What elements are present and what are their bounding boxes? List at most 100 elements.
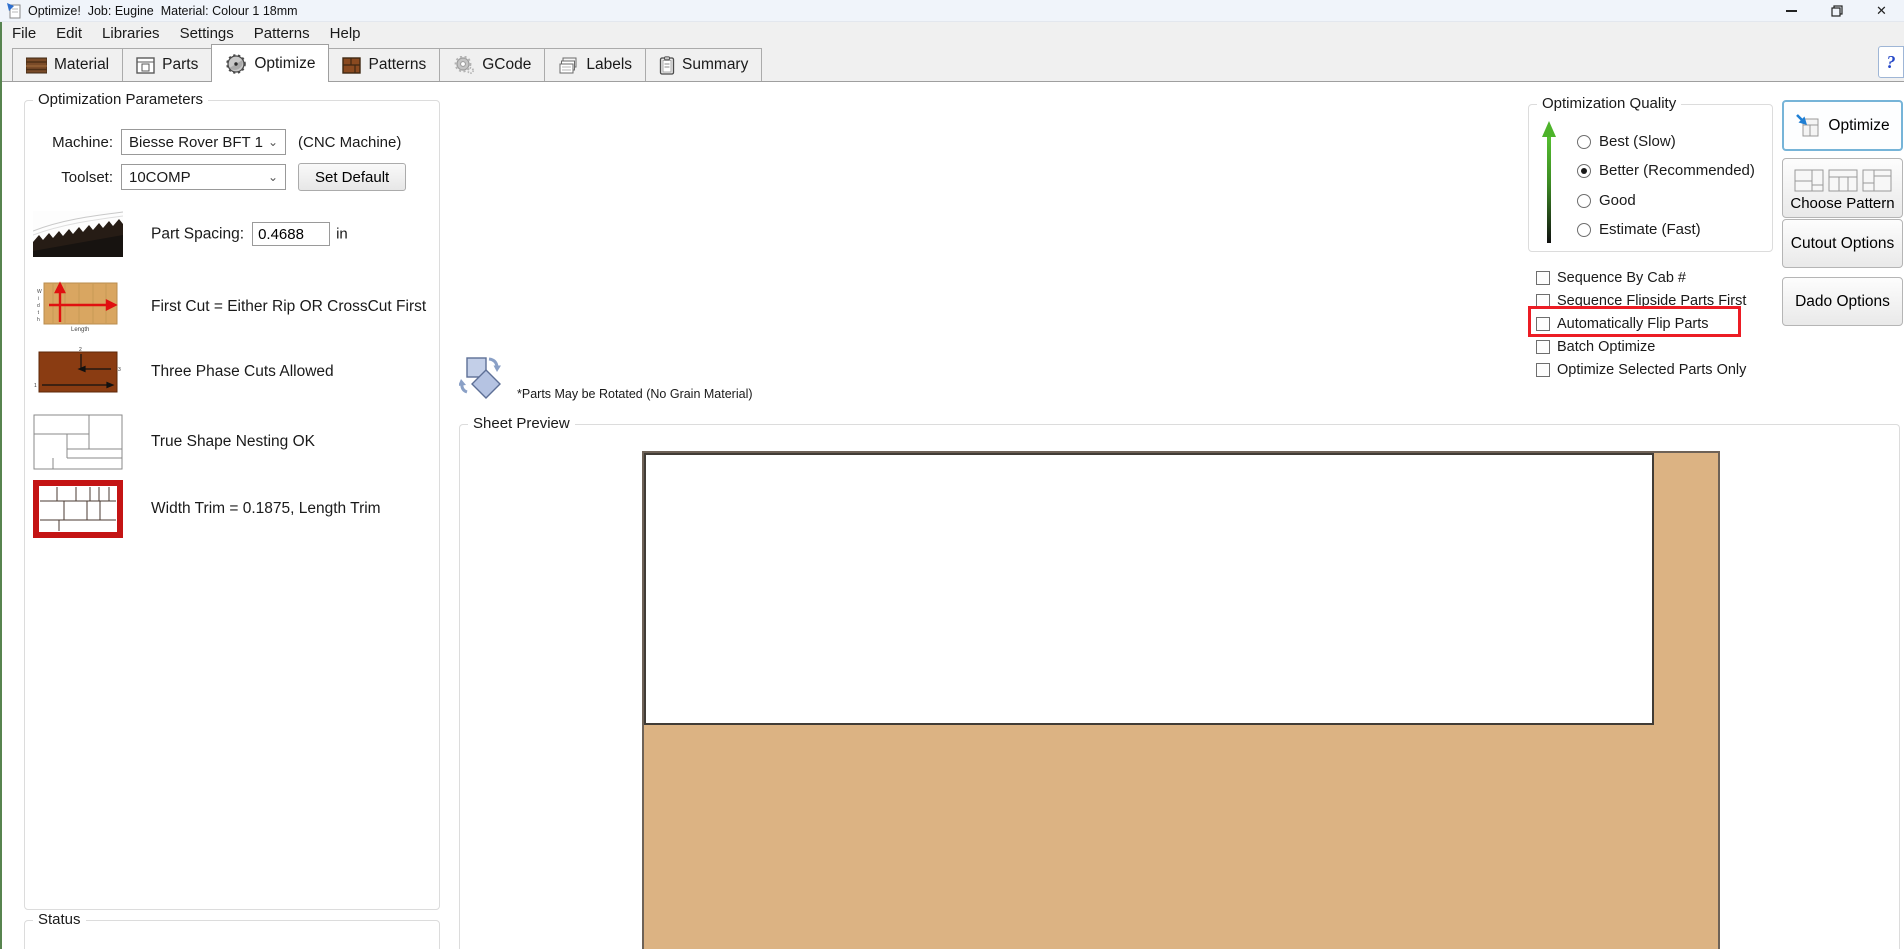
machine-note: (CNC Machine) <box>298 134 401 151</box>
tab-optimize[interactable]: Optimize <box>211 44 329 82</box>
nesting-image <box>33 414 123 470</box>
tab-label: Summary <box>682 56 748 74</box>
checkbox-optimize-selected-only[interactable]: Optimize Selected Parts Only <box>1536 358 1746 381</box>
sheet-preview-group: Sheet Preview <box>459 424 1900 949</box>
part-spacing-fields: Part Spacing:in <box>151 222 348 246</box>
set-default-button[interactable]: Set Default <box>298 163 406 191</box>
menu-help[interactable]: Help <box>320 22 371 44</box>
toolset-select[interactable]: 10COMP ⌄ <box>121 164 286 190</box>
radio-icon <box>1577 194 1591 208</box>
optimize-pattern-icon <box>1795 113 1821 139</box>
radio-estimate-fast[interactable]: Estimate (Fast) <box>1577 221 1701 238</box>
material-icon <box>26 57 47 74</box>
menubar: File Edit Libraries Settings Patterns He… <box>0 22 1904 44</box>
patterns-icon <box>342 57 361 74</box>
titlebar: Optimize! Job: Eugine Material: Colour 1… <box>0 0 1904 22</box>
checkbox-icon <box>1536 340 1550 354</box>
status-title: Status <box>33 911 86 928</box>
window-edge-strip <box>0 22 2 949</box>
cutout-options-button[interactable]: Cutout Options <box>1782 219 1903 268</box>
checkbox-sequence-by-cab[interactable]: Sequence By Cab # <box>1536 266 1746 289</box>
choose-pattern-button[interactable]: Choose Pattern <box>1782 158 1903 218</box>
tab-label: Optimize <box>254 55 315 73</box>
chevron-down-icon: ⌄ <box>268 171 278 183</box>
sheet-preview-title: Sheet Preview <box>468 415 575 432</box>
saw-blade-image <box>33 211 123 257</box>
plank-length-axis: Length <box>71 327 89 333</box>
minimize-icon <box>1786 10 1797 12</box>
radio-good[interactable]: Good <box>1577 192 1636 209</box>
tab-gcode[interactable]: GCode <box>439 48 545 81</box>
nesting-text: True Shape Nesting OK <box>151 433 315 451</box>
application-window: Optimize! Job: Eugine Material: Colour 1… <box>0 0 1904 949</box>
tab-label: GCode <box>482 56 531 74</box>
tab-summary[interactable]: Summary <box>645 48 762 81</box>
tab-parts[interactable]: Parts <box>122 48 212 81</box>
menu-patterns[interactable]: Patterns <box>244 22 320 44</box>
part-spacing-unit: in <box>336 226 348 243</box>
svg-text:h: h <box>37 317 40 323</box>
svg-text:i: i <box>38 296 39 302</box>
svg-text:d: d <box>37 303 40 309</box>
menu-edit[interactable]: Edit <box>46 22 92 44</box>
machine-select[interactable]: Biesse Rover BFT 1 ⌄ <box>121 129 286 155</box>
menu-settings[interactable]: Settings <box>170 22 244 44</box>
svg-text:3: 3 <box>118 367 121 373</box>
dado-options-button[interactable]: Dado Options <box>1782 277 1903 326</box>
sheet[interactable] <box>642 451 1720 949</box>
trim-row: Width Trim = 0.1875, Length Trim = 0.187 <box>33 480 463 538</box>
radio-better-recommended[interactable]: Better (Recommended) <box>1577 162 1755 179</box>
machine-label: Machine: <box>37 134 113 151</box>
three-phase-image: 2 3 1 <box>33 347 123 397</box>
rotate-parts-icon <box>459 356 505 405</box>
gear-icon <box>453 56 475 75</box>
group-title: Optimization Parameters <box>33 91 208 108</box>
window-title: Optimize! Job: Eugine Material: Colour 1… <box>28 4 298 18</box>
svg-text:2: 2 <box>79 347 82 353</box>
placed-part[interactable] <box>644 453 1654 725</box>
red-highlight-annotation <box>1528 306 1741 337</box>
optimize-button[interactable]: Optimize <box>1782 100 1903 151</box>
help-button[interactable]: ? <box>1878 46 1904 78</box>
restore-button[interactable] <box>1814 0 1859 22</box>
rotate-note-text: *Parts May be Rotated (No Grain Material… <box>517 387 753 401</box>
toolset-row: Toolset: 10COMP ⌄ Set Default <box>37 163 406 191</box>
radio-icon <box>1577 223 1591 237</box>
toolset-value: 10COMP <box>129 169 191 186</box>
three-phase-text: Three Phase Cuts Allowed <box>151 363 334 381</box>
status-group: Status <box>24 920 440 949</box>
optimization-parameters-group: Optimization Parameters Machine: Biesse … <box>24 100 440 910</box>
menu-libraries[interactable]: Libraries <box>92 22 170 44</box>
tab-material[interactable]: Material <box>12 48 123 81</box>
toolset-label: Toolset: <box>37 169 113 186</box>
tab-patterns[interactable]: Patterns <box>328 48 440 81</box>
three-phase-row: 2 3 1 Three Phase Cuts Allowed <box>33 347 463 397</box>
machine-row: Machine: Biesse Rover BFT 1 ⌄ (CNC Machi… <box>37 129 401 155</box>
labels-icon <box>558 57 579 74</box>
optimization-quality-group: Optimization Quality Best (Sl <box>1528 104 1773 252</box>
radio-icon <box>1577 164 1591 178</box>
checkbox-icon <box>1536 271 1550 285</box>
nesting-row: True Shape Nesting OK <box>33 414 463 470</box>
window-controls: ✕ <box>1769 0 1904 22</box>
first-cut-text: First Cut = Either Rip OR CrossCut First <box>151 298 426 316</box>
first-cut-image: W i d t h Length <box>33 281 123 333</box>
first-cut-row: W i d t h Length First Cut = Either Rip … <box>33 281 463 333</box>
svg-text:1: 1 <box>34 383 37 389</box>
tab-labels[interactable]: Labels <box>544 48 646 81</box>
sawblade-icon <box>225 54 247 74</box>
quality-gradient-arrow-icon <box>1541 121 1557 248</box>
tab-label: Material <box>54 56 109 74</box>
tab-label: Labels <box>586 56 632 74</box>
checkbox-batch-optimize[interactable]: Batch Optimize <box>1536 335 1746 358</box>
app-icon <box>6 3 22 19</box>
trim-image <box>33 480 123 538</box>
menu-file[interactable]: File <box>2 22 46 44</box>
close-button[interactable]: ✕ <box>1859 0 1904 22</box>
minimize-button[interactable] <box>1769 0 1814 22</box>
part-spacing-input[interactable] <box>252 222 330 246</box>
quality-title: Optimization Quality <box>1537 95 1681 112</box>
pattern-thumbnails-icon <box>1794 169 1892 192</box>
radio-best-slow[interactable]: Best (Slow) <box>1577 133 1676 150</box>
part-spacing-row: Part Spacing:in <box>33 211 463 257</box>
